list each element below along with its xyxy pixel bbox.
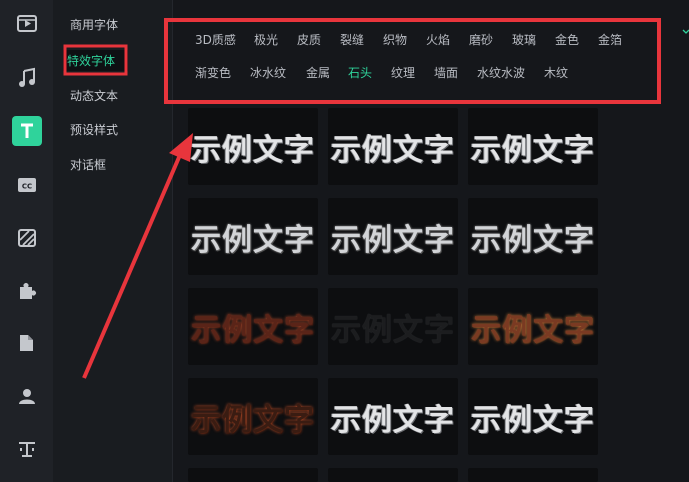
effect-preview-tile[interactable]: 示例文字 xyxy=(328,288,458,365)
tag-water-ripple[interactable]: 水纹水波 xyxy=(477,64,525,81)
category-dialog-box[interactable]: 对话框 xyxy=(70,156,106,173)
sample-text: 示例文字 xyxy=(331,402,455,438)
effect-preview-tile[interactable]: 示例文字 xyxy=(328,198,458,275)
tag-frosted[interactable]: 磨砂 xyxy=(469,31,493,48)
sample-text: 示例文字 xyxy=(191,402,315,438)
avatar-icon[interactable] xyxy=(12,381,42,411)
tag-glass[interactable]: 玻璃 xyxy=(512,31,536,48)
text-icon[interactable] xyxy=(12,116,42,146)
tag-ice-water[interactable]: 冰水纹 xyxy=(250,64,286,81)
font-category-list: 商用字体 特效字体 动态文本 预设样式 对话框 xyxy=(53,0,173,482)
effect-preview-tile[interactable] xyxy=(188,468,318,482)
sample-text: 示例文字 xyxy=(471,132,595,168)
effect-preview-tile[interactable]: 示例文字 xyxy=(468,378,598,455)
effect-preview-tile[interactable] xyxy=(328,468,458,482)
sample-text: 示例文字 xyxy=(191,132,315,168)
category-preset-styles[interactable]: 预设样式 xyxy=(70,121,118,138)
tag-gold[interactable]: 金色 xyxy=(555,31,579,48)
chevron-down-icon[interactable] xyxy=(682,28,689,36)
text-template-icon[interactable] xyxy=(12,434,42,464)
effect-preview-tile[interactable]: 示例文字 xyxy=(468,108,598,185)
tag-stone[interactable]: 石头 xyxy=(348,64,372,81)
tag-metal[interactable]: 金属 xyxy=(306,64,330,81)
sample-text: 示例文字 xyxy=(471,402,595,438)
category-effect-fonts[interactable]: 特效字体 xyxy=(63,50,128,71)
svg-text:CC: CC xyxy=(22,183,32,191)
effect-preview-tile[interactable]: 示例文字 xyxy=(468,198,598,275)
puzzle-icon[interactable] xyxy=(12,276,42,306)
filter-icon[interactable] xyxy=(12,223,42,253)
effect-preview-tile[interactable] xyxy=(468,468,598,482)
sample-text: 示例文字 xyxy=(471,312,595,348)
tag-gold-foil[interactable]: 金箔 xyxy=(598,31,622,48)
tag-wall[interactable]: 墙面 xyxy=(434,64,458,81)
tag-cracks[interactable]: 裂缝 xyxy=(340,31,364,48)
tag-aurora[interactable]: 极光 xyxy=(254,31,278,48)
effect-preview-tile[interactable]: 示例文字 xyxy=(188,198,318,275)
tag-flame[interactable]: 火焰 xyxy=(426,31,450,48)
sample-text: 示例文字 xyxy=(331,222,455,258)
clapper-icon[interactable] xyxy=(12,8,42,38)
category-animated-text[interactable]: 动态文本 xyxy=(70,87,118,104)
music-icon[interactable] xyxy=(12,63,42,93)
sample-text: 示例文字 xyxy=(191,312,315,348)
category-commercial-fonts[interactable]: 商用字体 xyxy=(70,16,118,33)
sample-text: 示例文字 xyxy=(191,222,315,258)
annotation-box-tags xyxy=(164,18,661,104)
sample-text: 示例文字 xyxy=(331,312,455,348)
tag-3d-texture[interactable]: 3D质感 xyxy=(195,31,236,48)
tag-wood-grain[interactable]: 木纹 xyxy=(544,64,568,81)
caption-icon[interactable]: CC xyxy=(12,170,42,200)
effect-preview-tile[interactable]: 示例文字 xyxy=(468,288,598,365)
tag-fabric[interactable]: 织物 xyxy=(383,31,407,48)
tag-texture[interactable]: 纹理 xyxy=(391,64,415,81)
effect-preview-tile[interactable]: 示例文字 xyxy=(188,108,318,185)
folder-icon[interactable] xyxy=(12,328,42,358)
sample-text: 示例文字 xyxy=(471,222,595,258)
effect-preview-tile[interactable]: 示例文字 xyxy=(328,378,458,455)
effect-preview-tile[interactable]: 示例文字 xyxy=(188,288,318,365)
effect-preview-tile[interactable]: 示例文字 xyxy=(188,378,318,455)
sample-text: 示例文字 xyxy=(331,132,455,168)
tag-gradient[interactable]: 渐变色 xyxy=(195,64,231,81)
tag-leather[interactable]: 皮质 xyxy=(297,31,321,48)
tool-rail: CC xyxy=(0,0,53,482)
effect-preview-tile[interactable]: 示例文字 xyxy=(328,108,458,185)
